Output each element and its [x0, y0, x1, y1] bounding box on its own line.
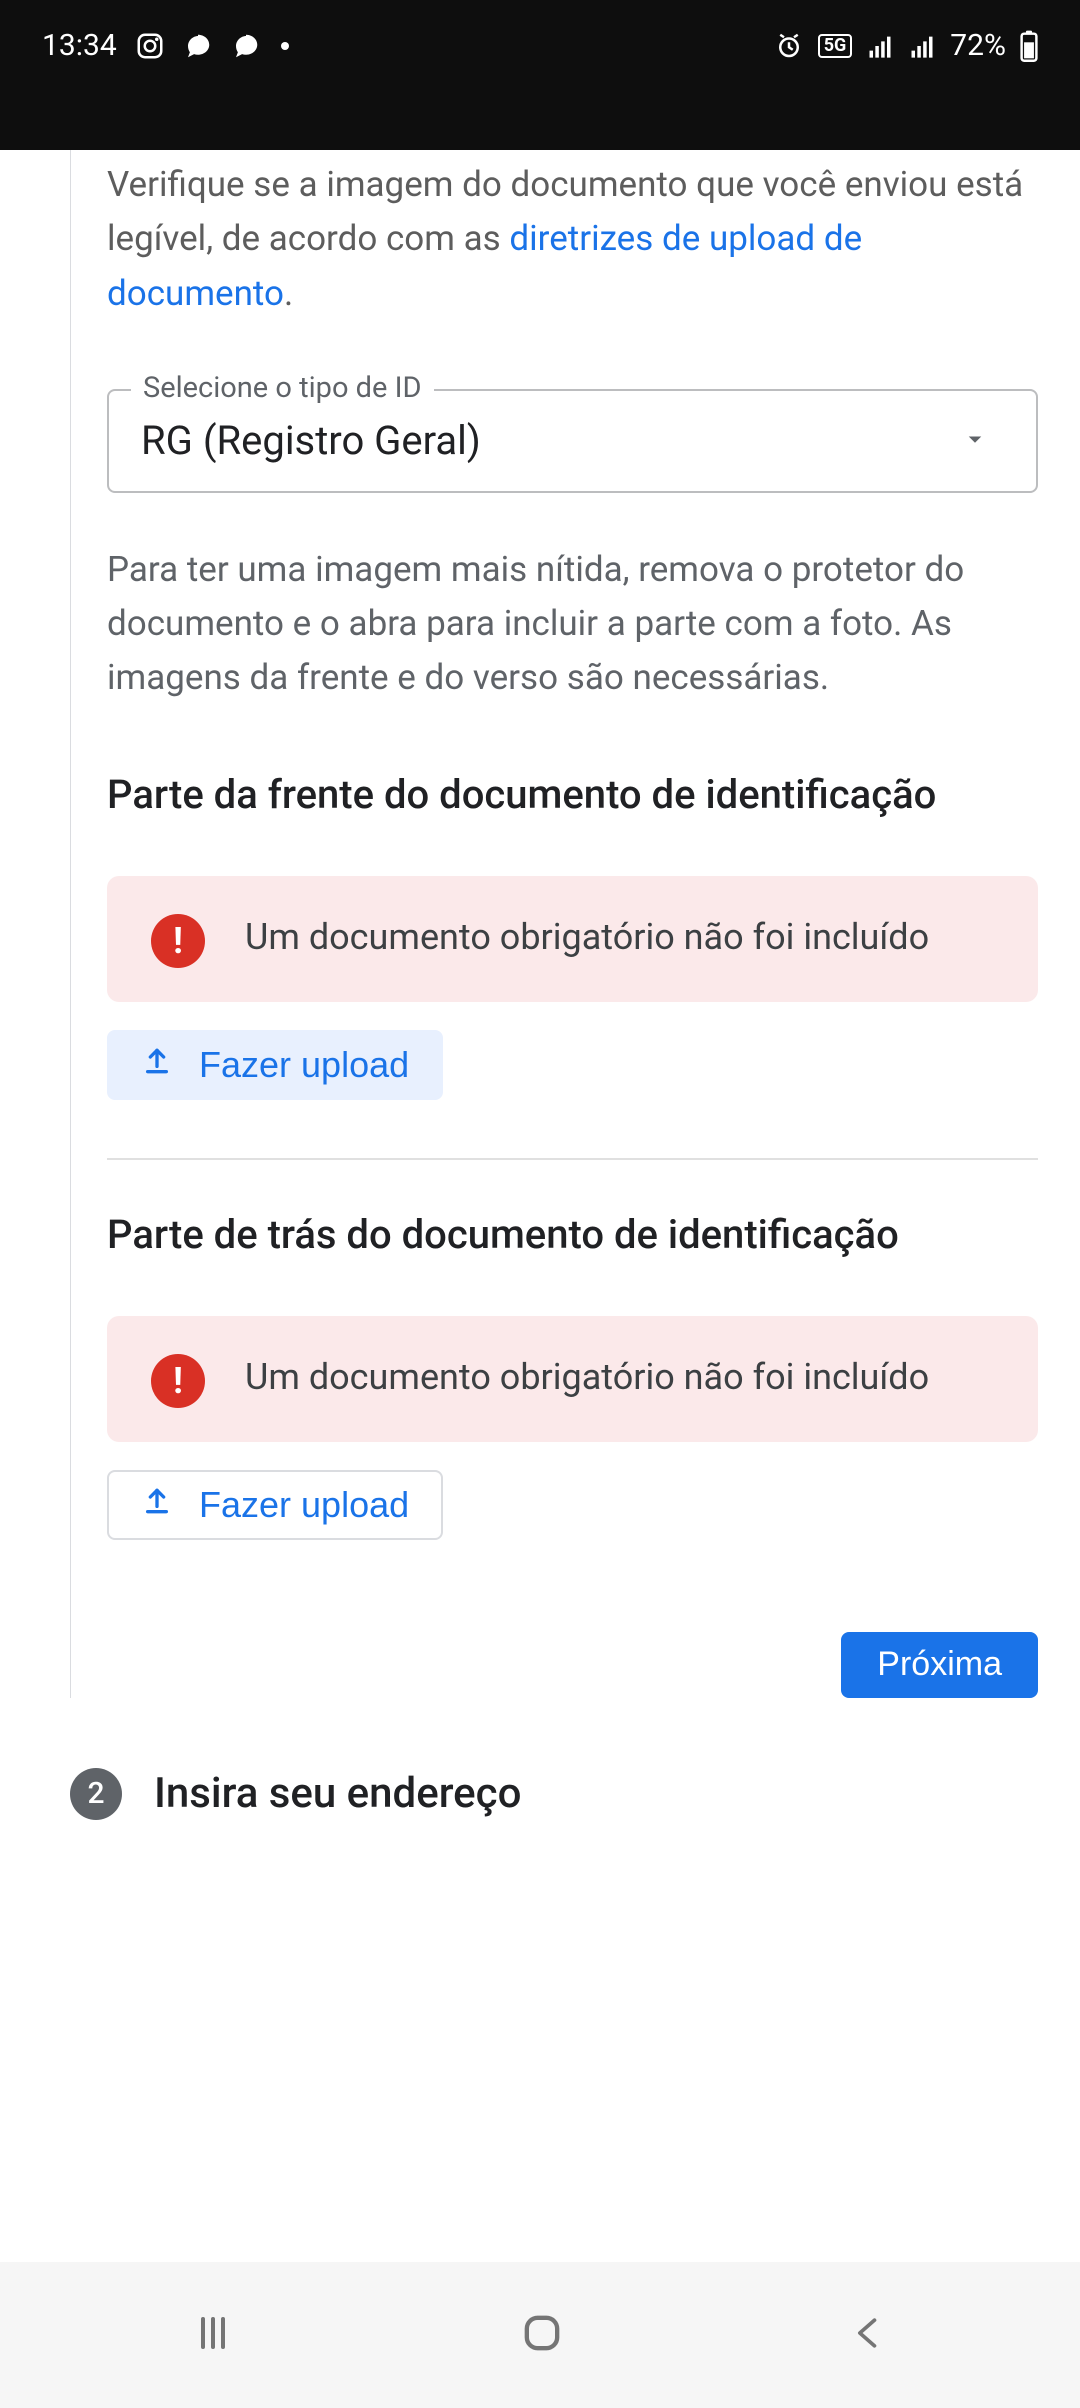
signal-icon: [866, 32, 894, 60]
error-icon: !: [151, 914, 205, 968]
alarm-icon: [774, 31, 804, 61]
step-2-title: Insira seu endereço: [154, 1769, 521, 1818]
chat-bubble-icon: [183, 31, 213, 61]
status-bar: 13:34 5G 72%: [0, 0, 1080, 150]
back-upload-label: Fazer upload: [199, 1484, 409, 1526]
id-type-select-label: Selecione o tipo de ID: [131, 371, 434, 405]
battery-percent: 72%: [950, 28, 1006, 63]
step-2[interactable]: 2 Insira seu endereço: [70, 1768, 1080, 1820]
upload-icon: [141, 1044, 173, 1086]
id-type-select-value: RG (Registro Geral): [141, 417, 481, 464]
home-button[interactable]: [516, 2307, 568, 2363]
recent-apps-button[interactable]: [189, 2309, 237, 2361]
status-left: 13:34: [42, 28, 291, 63]
helper-text: Para ter uma imagem mais nítida, remova …: [107, 543, 1038, 706]
next-row: Próxima: [107, 1632, 1038, 1698]
id-type-select-wrap: Selecione o tipo de ID RG (Registro Gera…: [107, 389, 1038, 493]
page-content: Verifique se a imagem do documento que v…: [0, 150, 1080, 1820]
clock: 13:34: [42, 28, 117, 63]
chevron-down-icon: [960, 417, 990, 464]
divider: [107, 1158, 1038, 1160]
intro-post: .: [284, 273, 293, 314]
front-section-title: Parte da frente do documento de identifi…: [107, 766, 1038, 824]
back-upload-button[interactable]: Fazer upload: [107, 1470, 443, 1540]
upload-icon: [141, 1484, 173, 1526]
instagram-icon: [135, 31, 165, 61]
front-error-alert: ! Um documento obrigatório não foi inclu…: [107, 876, 1038, 1002]
step-number-badge: 2: [70, 1768, 122, 1820]
back-section-title: Parte de trás do documento de identifica…: [107, 1206, 1038, 1264]
back-button[interactable]: [847, 2311, 891, 2359]
signal-icon: [908, 32, 936, 60]
android-nav-bar: [0, 2262, 1080, 2408]
dot-icon: [279, 40, 291, 52]
chat-bubble-icon: [231, 31, 261, 61]
back-error-text: Um documento obrigatório não foi incluíd…: [245, 1350, 929, 1406]
front-upload-label: Fazer upload: [199, 1044, 409, 1086]
network-badge: 5G: [818, 34, 853, 58]
front-error-text: Um documento obrigatório não foi incluíd…: [245, 910, 929, 966]
next-button[interactable]: Próxima: [841, 1632, 1038, 1698]
upload-id-card: Verifique se a imagem do documento que v…: [70, 150, 1080, 1698]
front-upload-button[interactable]: Fazer upload: [107, 1030, 443, 1100]
battery-icon: [1020, 30, 1038, 62]
back-error-alert: ! Um documento obrigatório não foi inclu…: [107, 1316, 1038, 1442]
status-right: 5G 72%: [774, 28, 1038, 63]
error-icon: !: [151, 1354, 205, 1408]
intro-text: Verifique se a imagem do documento que v…: [107, 158, 1038, 321]
